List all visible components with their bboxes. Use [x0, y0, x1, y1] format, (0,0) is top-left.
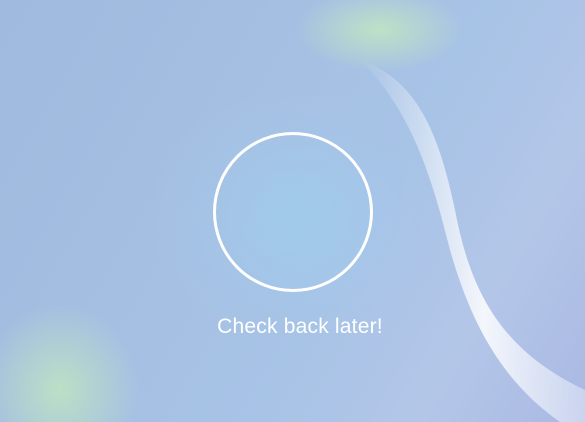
status-panel: Check back later! — [0, 0, 585, 422]
empty-circle-icon — [213, 132, 373, 292]
status-message: Check back later! — [217, 315, 383, 338]
